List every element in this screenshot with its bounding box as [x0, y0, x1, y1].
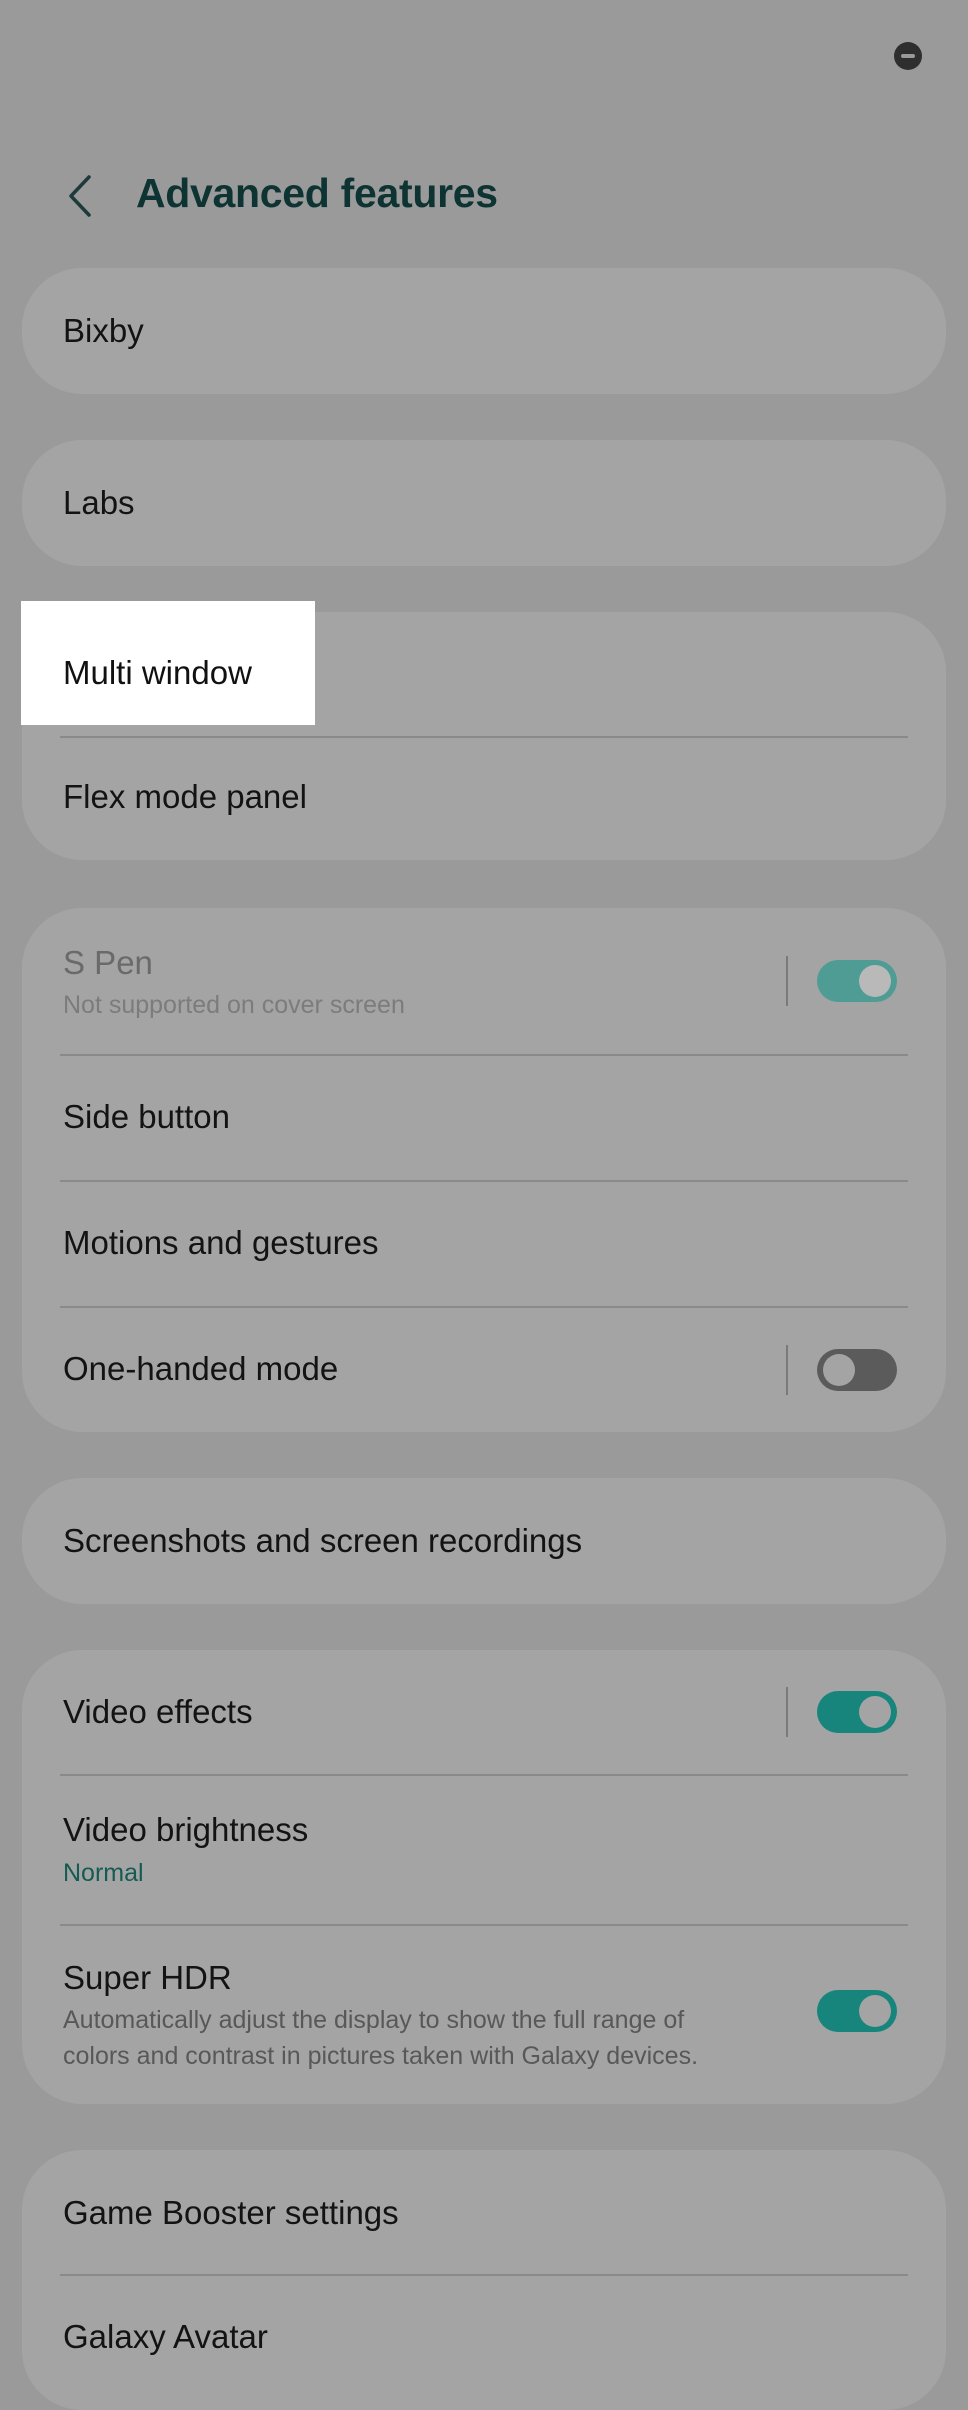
- s-pen-card: S Pen Not supported on cover screen Side…: [22, 908, 946, 1432]
- super-hdr-label: Super HDR: [63, 1959, 232, 1996]
- side-button-item[interactable]: Side button: [22, 1056, 946, 1180]
- game-booster-card: Game Booster settings Galaxy Avatar: [22, 2150, 946, 2410]
- motions-gestures-label: Motions and gestures: [63, 1224, 379, 1261]
- multi-window-highlight[interactable]: Multi window: [21, 601, 315, 725]
- video-effects-toggle[interactable]: [817, 1691, 897, 1733]
- video-card: Video effects Video brightness Normal Su…: [22, 1650, 946, 2104]
- super-hdr-item[interactable]: Super HDR Automatically adjust the displ…: [22, 1926, 946, 2104]
- flex-mode-panel-label: Flex mode panel: [63, 778, 307, 815]
- screenshots-item[interactable]: Screenshots and screen recordings: [22, 1478, 946, 1604]
- video-effects-label: Video effects: [63, 1693, 253, 1730]
- galaxy-avatar-item[interactable]: Galaxy Avatar: [22, 2276, 946, 2400]
- game-booster-label: Game Booster settings: [63, 2194, 399, 2231]
- galaxy-avatar-label: Galaxy Avatar: [63, 2318, 268, 2355]
- toggle-separator: [786, 1345, 788, 1395]
- bixby-label: Bixby: [63, 312, 144, 349]
- labs-item[interactable]: Labs: [22, 440, 946, 566]
- s-pen-toggle: [817, 960, 897, 1002]
- back-button[interactable]: [52, 166, 108, 226]
- side-button-label: Side button: [63, 1098, 230, 1135]
- game-booster-item[interactable]: Game Booster settings: [22, 2150, 946, 2274]
- super-hdr-subtitle-line2: colors and contrast in pictures taken wi…: [63, 2042, 699, 2070]
- page-title: Advanced features: [136, 170, 498, 216]
- video-effects-item[interactable]: Video effects: [22, 1650, 946, 1774]
- bixby-item[interactable]: Bixby: [22, 268, 946, 394]
- bixby-card: Bixby: [22, 268, 946, 394]
- flex-mode-panel-item[interactable]: Flex mode panel: [22, 738, 946, 860]
- do-not-disturb-icon: [894, 42, 922, 70]
- one-handed-mode-item[interactable]: One-handed mode: [22, 1308, 946, 1432]
- video-brightness-item[interactable]: Video brightness Normal: [22, 1776, 946, 1924]
- screenshots-card: Screenshots and screen recordings: [22, 1478, 946, 1604]
- video-brightness-value: Normal: [63, 1859, 144, 1887]
- chevron-left-icon: [69, 175, 91, 217]
- one-handed-mode-toggle[interactable]: [817, 1349, 897, 1391]
- super-hdr-toggle[interactable]: [817, 1990, 897, 2032]
- one-handed-mode-label: One-handed mode: [63, 1350, 339, 1387]
- labs-label: Labs: [63, 484, 135, 521]
- multi-window-label: Multi window: [63, 654, 252, 691]
- labs-card: Labs: [22, 440, 946, 566]
- screenshots-label: Screenshots and screen recordings: [63, 1522, 583, 1559]
- s-pen-subtitle: Not supported on cover screen: [63, 991, 405, 1019]
- toggle-separator: [786, 1687, 788, 1737]
- toggle-separator: [786, 956, 788, 1006]
- super-hdr-subtitle-line1: Automatically adjust the display to show…: [63, 2006, 685, 2034]
- s-pen-item: S Pen Not supported on cover screen: [22, 908, 946, 1054]
- video-brightness-label: Video brightness: [63, 1811, 309, 1848]
- motions-gestures-item[interactable]: Motions and gestures: [22, 1182, 946, 1306]
- s-pen-label: S Pen: [63, 944, 153, 981]
- page-header: Advanced features: [0, 150, 968, 240]
